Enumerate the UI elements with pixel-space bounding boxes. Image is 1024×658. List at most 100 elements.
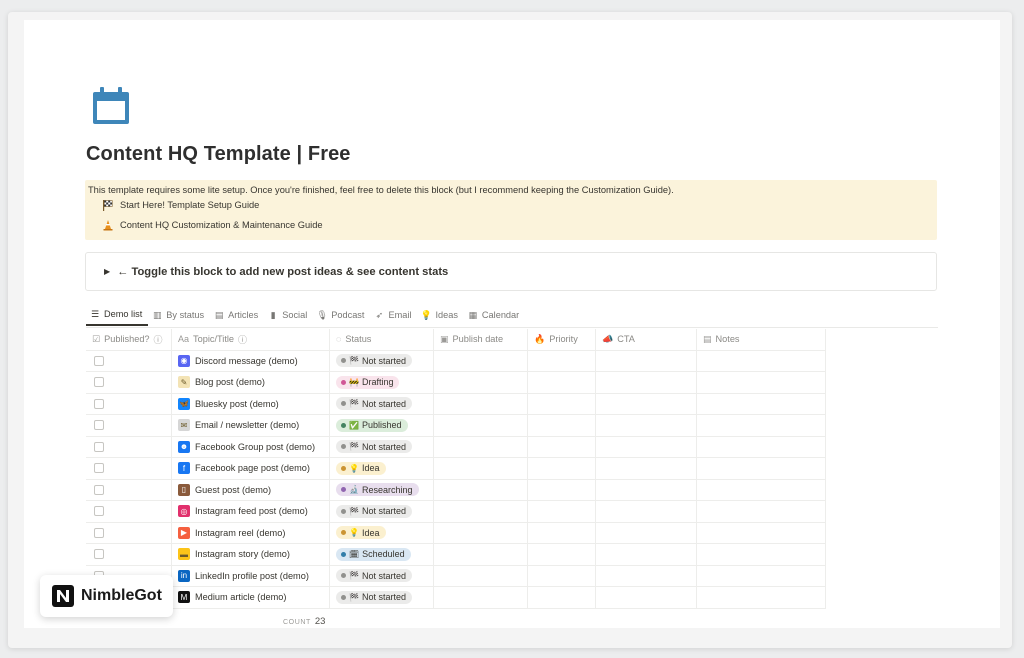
cta-cell[interactable] xyxy=(596,565,697,586)
status-cell[interactable]: 🏁 Not started xyxy=(330,436,434,457)
tab-ideas[interactable]: 💡 Ideas xyxy=(417,304,463,326)
status-cell[interactable]: 🏁 Not started xyxy=(330,393,434,414)
publish-date-cell[interactable] xyxy=(434,501,528,522)
title-cell[interactable]: ▬ Instagram story (demo) xyxy=(172,544,330,565)
title-cell[interactable]: ▯ Guest post (demo) xyxy=(172,479,330,500)
priority-cell[interactable] xyxy=(528,587,596,608)
info-icon[interactable]: ⓘ xyxy=(238,333,247,346)
setup-guide-link[interactable]: Start Here! Template Setup Guide xyxy=(102,195,934,215)
table-row[interactable]: ◉ Discord message (demo) 🏁 Not started xyxy=(86,350,826,372)
table-row[interactable]: ✎ Blog post (demo) 🚧 Drafting xyxy=(86,372,826,394)
title-cell[interactable]: ◉ Discord message (demo) xyxy=(172,350,330,371)
status-cell[interactable]: 🔬 Researching xyxy=(330,479,434,500)
publish-date-cell[interactable] xyxy=(434,587,528,608)
priority-cell[interactable] xyxy=(528,350,596,371)
published-checkbox[interactable] xyxy=(94,355,104,366)
published-checkbox[interactable] xyxy=(94,441,104,452)
tab-podcast[interactable]: 🎙 Podcast xyxy=(313,304,370,326)
priority-cell[interactable] xyxy=(528,522,596,543)
column-header-notes[interactable]: ▤ Notes xyxy=(697,329,826,350)
status-cell[interactable]: 🏁 Not started xyxy=(330,565,434,586)
cta-cell[interactable] xyxy=(596,587,697,608)
notes-cell[interactable] xyxy=(697,565,826,586)
priority-cell[interactable] xyxy=(528,565,596,586)
published-checkbox[interactable] xyxy=(94,549,104,560)
cta-cell[interactable] xyxy=(596,350,697,371)
table-row[interactable]: 🦋 Bluesky post (demo) 🏁 Not started xyxy=(86,393,826,415)
column-header-topic-title[interactable]: Aa Topic/Title ⓘ xyxy=(172,329,330,350)
table-row[interactable]: M Medium article (demo) 🏁 Not started xyxy=(86,587,826,609)
stats-toggle-block[interactable]: ▶ ← Toggle this block to add new post id… xyxy=(85,252,937,291)
notes-cell[interactable] xyxy=(697,372,826,393)
notes-cell[interactable] xyxy=(697,587,826,608)
priority-cell[interactable] xyxy=(528,479,596,500)
notes-cell[interactable] xyxy=(697,436,826,457)
cta-cell[interactable] xyxy=(596,458,697,479)
cta-cell[interactable] xyxy=(596,522,697,543)
priority-cell[interactable] xyxy=(528,544,596,565)
status-cell[interactable]: 🏁 Not started xyxy=(330,587,434,608)
publish-date-cell[interactable] xyxy=(434,393,528,414)
publish-date-cell[interactable] xyxy=(434,479,528,500)
published-checkbox[interactable] xyxy=(94,506,104,517)
priority-cell[interactable] xyxy=(528,393,596,414)
notes-cell[interactable] xyxy=(697,479,826,500)
title-cell[interactable]: ▶ Instagram reel (demo) xyxy=(172,522,330,543)
published-checkbox[interactable] xyxy=(94,420,104,431)
notes-cell[interactable] xyxy=(697,415,826,436)
info-icon[interactable]: ⓘ xyxy=(154,333,163,346)
priority-cell[interactable] xyxy=(528,458,596,479)
notes-cell[interactable] xyxy=(697,393,826,414)
priority-cell[interactable] xyxy=(528,501,596,522)
status-cell[interactable]: 🗓 Scheduled xyxy=(330,544,434,565)
table-row[interactable]: ▬ Instagram story (demo) 🗓 Scheduled xyxy=(86,544,826,566)
column-header-priority[interactable]: 🔥 Priority xyxy=(528,329,596,350)
status-cell[interactable]: ✅ Published xyxy=(330,415,434,436)
cta-cell[interactable] xyxy=(596,372,697,393)
column-header-published[interactable]: ☑ Published? ⓘ xyxy=(86,329,172,350)
published-checkbox[interactable] xyxy=(94,484,104,495)
published-checkbox[interactable] xyxy=(94,377,104,388)
priority-cell[interactable] xyxy=(528,372,596,393)
title-cell[interactable]: ✎ Blog post (demo) xyxy=(172,372,330,393)
title-cell[interactable]: in LinkedIn profile post (demo) xyxy=(172,565,330,586)
cta-cell[interactable] xyxy=(596,479,697,500)
customization-guide-link[interactable]: Content HQ Customization & Maintenance G… xyxy=(102,215,934,235)
column-header-publish-date[interactable]: ▣ Publish date xyxy=(434,329,528,350)
priority-cell[interactable] xyxy=(528,415,596,436)
priority-cell[interactable] xyxy=(528,436,596,457)
publish-date-cell[interactable] xyxy=(434,565,528,586)
table-row[interactable]: ▶ Instagram reel (demo) 💡 Idea xyxy=(86,522,826,544)
publish-date-cell[interactable] xyxy=(434,372,528,393)
publish-date-cell[interactable] xyxy=(434,350,528,371)
title-cell[interactable]: f Facebook page post (demo) xyxy=(172,458,330,479)
publish-date-cell[interactable] xyxy=(434,522,528,543)
published-checkbox[interactable] xyxy=(94,527,104,538)
publish-date-cell[interactable] xyxy=(434,436,528,457)
notes-cell[interactable] xyxy=(697,458,826,479)
tab-email[interactable]: ➶ Email xyxy=(370,304,417,326)
calendar-icon[interactable] xyxy=(90,86,132,126)
title-cell[interactable]: M Medium article (demo) xyxy=(172,587,330,608)
column-header-status[interactable]: ◌ Status xyxy=(330,329,434,350)
cta-cell[interactable] xyxy=(596,393,697,414)
column-header-cta[interactable]: 📣 CTA xyxy=(596,329,697,350)
cta-cell[interactable] xyxy=(596,544,697,565)
tab-calendar[interactable]: ▦ Calendar xyxy=(464,304,525,326)
table-row[interactable]: ▯ Guest post (demo) 🔬 Researching xyxy=(86,479,826,501)
published-checkbox[interactable] xyxy=(94,463,104,474)
notes-cell[interactable] xyxy=(697,501,826,522)
publish-date-cell[interactable] xyxy=(434,458,528,479)
notes-cell[interactable] xyxy=(697,544,826,565)
status-cell[interactable]: 💡 Idea xyxy=(330,522,434,543)
notes-cell[interactable] xyxy=(697,350,826,371)
status-cell[interactable]: 🚧 Drafting xyxy=(330,372,434,393)
title-cell[interactable]: ✉ Email / newsletter (demo) xyxy=(172,415,330,436)
tab-demo-list[interactable]: ☰ Demo list xyxy=(86,304,149,326)
toggle-caret-icon[interactable]: ▶ xyxy=(104,267,110,276)
tab-articles[interactable]: ▤ Articles xyxy=(210,304,264,326)
title-cell[interactable]: ☻ Facebook Group post (demo) xyxy=(172,436,330,457)
notes-cell[interactable] xyxy=(697,522,826,543)
table-row[interactable]: ✉ Email / newsletter (demo) ✅ Published xyxy=(86,415,826,437)
title-cell[interactable]: ◎ Instagram feed post (demo) xyxy=(172,501,330,522)
